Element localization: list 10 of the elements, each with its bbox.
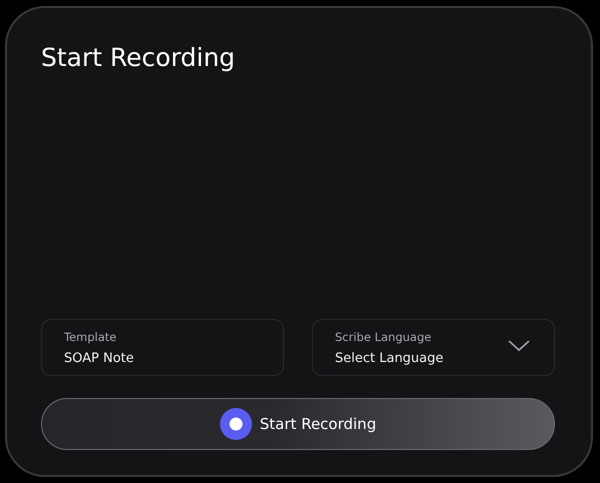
field-value: Select Language [335, 350, 444, 366]
record-icon [220, 408, 252, 440]
dialog-title: Start Recording [41, 42, 236, 74]
field-value: SOAP Note [64, 350, 135, 366]
field-label: Template [64, 330, 118, 344]
field-label: Scribe Language [335, 330, 432, 344]
chevron-down-icon [508, 340, 530, 352]
template-field[interactable]: Template SOAP Note [41, 319, 284, 376]
start-recording-button[interactable]: Start Recording [41, 398, 555, 450]
language-dropdown[interactable]: Scribe Language Select Language [312, 319, 555, 376]
